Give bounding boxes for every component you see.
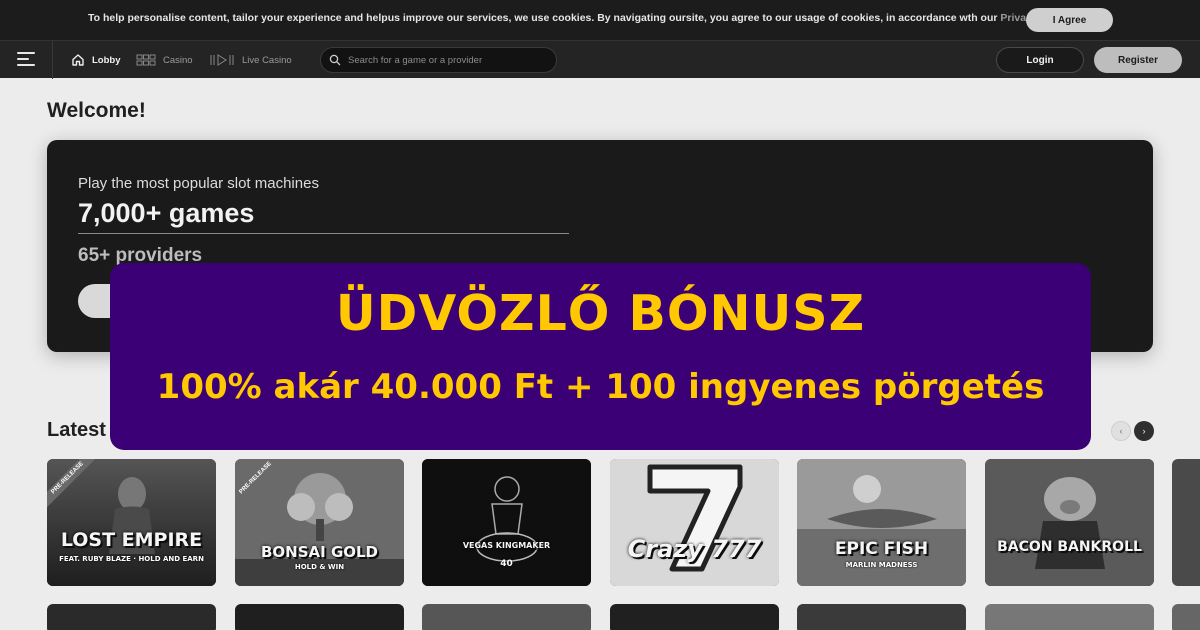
game-subtitle: 40: [500, 559, 513, 569]
game-tile-row2[interactable]: [1172, 604, 1200, 630]
game-tile-row2[interactable]: [422, 604, 591, 630]
game-tile-epic-fish[interactable]: EPIC FISH MARLIN MADNESS: [797, 459, 966, 586]
latest-section-title: Latest: [47, 419, 106, 441]
game-tile-bonsai-gold[interactable]: PRE-RELEASE BONSAI GOLD HOLD & WIN: [235, 459, 404, 586]
game-art: [610, 459, 779, 586]
game-title: VEGAS KINGMAKER: [462, 541, 551, 550]
hero-games-count: 7,000+ games: [78, 198, 255, 228]
game-title: BONSAI GOLD: [260, 543, 379, 561]
promo-offer: 100% akár 40.000 Ft + 100 ingyenes pörge…: [156, 367, 1045, 407]
agree-button[interactable]: I Agree: [1026, 8, 1113, 32]
nav-item-casino[interactable]: Casino: [136, 41, 193, 79]
page-title: Welcome!: [47, 99, 146, 122]
cookie-banner: To help personalise content, tailor your…: [0, 0, 1200, 40]
game-tile-row2[interactable]: [985, 604, 1154, 630]
promo-title: ÜDVÖZLŐ BÓNUSZ: [335, 285, 866, 342]
hero-subtitle: Play the most popular slot machines: [78, 175, 319, 192]
game-tile-row2[interactable]: [47, 604, 216, 630]
game-subtitle: FEAT. RUBY BLAZE · HOLD AND EARN: [59, 555, 204, 563]
nav-label-live-casino: Live Casino: [242, 54, 292, 66]
game-title: BACON BANKROLL: [997, 539, 1142, 555]
register-button[interactable]: Register: [1094, 47, 1182, 73]
search-input[interactable]: [348, 54, 548, 66]
game-tile-vegas-kingmaker[interactable]: VEGAS KINGMAKER 40: [422, 459, 591, 586]
carousel-prev-button[interactable]: ‹: [1111, 421, 1131, 441]
top-nav: Lobby Casino Live Casino Login Register: [0, 40, 1200, 79]
login-button[interactable]: Login: [996, 47, 1084, 73]
nav-label-casino: Casino: [163, 54, 193, 66]
game-title: Crazy 777: [627, 535, 762, 563]
game-tile-lost-empire[interactable]: PRE-RELEASE LOST EMPIRE FEAT. RUBY BLAZE…: [47, 459, 216, 586]
game-tile-row2[interactable]: [610, 604, 779, 630]
game-tile-row2[interactable]: [797, 604, 966, 630]
game-art: [985, 459, 1154, 586]
game-subtitle: HOLD & WIN: [294, 563, 345, 571]
home-icon: [72, 54, 84, 66]
nav-label-lobby: Lobby: [92, 54, 121, 66]
game-tile-crazy-777[interactable]: Crazy 777: [610, 459, 779, 586]
game-subtitle: MARLIN MADNESS: [845, 561, 918, 569]
cookie-text: To help personalise content, tailor your…: [88, 12, 1001, 24]
nav-divider: [52, 41, 53, 79]
hamburger-menu-icon[interactable]: [17, 52, 35, 68]
promo-banner[interactable]: ÜDVÖZLŐ BÓNUSZ 100% akár 40.000 Ft + 100…: [110, 263, 1091, 450]
search-icon: [329, 54, 341, 66]
play-icon: [210, 54, 234, 66]
game-tile-partial[interactable]: [1172, 459, 1200, 586]
hero-divider: [78, 233, 569, 234]
grid-icon: [136, 54, 156, 66]
game-tile-bacon-bankroll[interactable]: BACON BANKROLL: [985, 459, 1154, 586]
carousel-next-button[interactable]: ›: [1134, 421, 1154, 441]
game-title: EPIC FISH: [834, 539, 929, 559]
cookie-message: To help personalise content, tailor your…: [88, 12, 1074, 24]
search-bar[interactable]: [320, 47, 557, 73]
game-tile-row2[interactable]: [235, 604, 404, 630]
game-title: LOST EMPIRE: [60, 529, 203, 551]
nav-item-lobby[interactable]: Lobby: [71, 41, 121, 79]
nav-item-live-casino[interactable]: Live Casino: [209, 41, 292, 79]
